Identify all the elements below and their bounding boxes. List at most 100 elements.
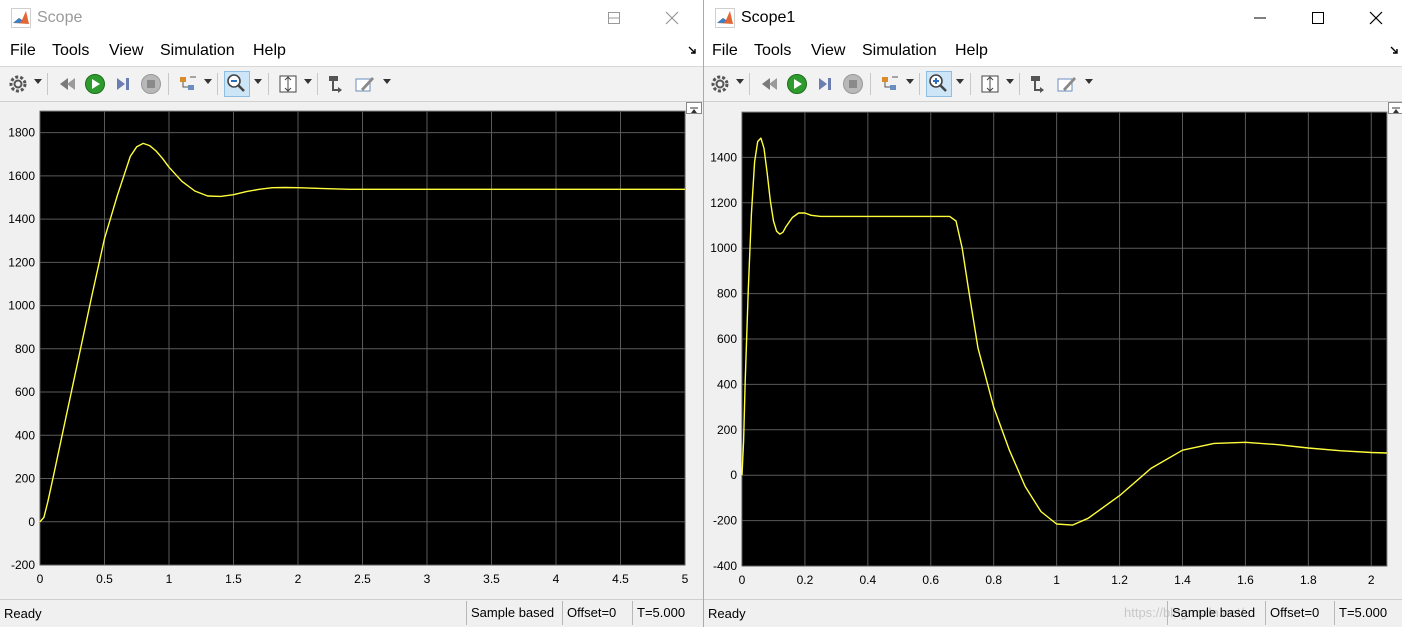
signal-dropdown-icon[interactable]: [906, 79, 914, 85]
window-title: Scope: [37, 9, 83, 26]
menu-simulation[interactable]: Simulation: [160, 42, 235, 60]
title-bar[interactable]: Scope1: [704, 0, 1402, 36]
y-tick-label: 1600: [8, 169, 35, 183]
autoscale-dropdown-icon[interactable]: [1006, 79, 1014, 85]
step-forward-button[interactable]: [112, 73, 134, 95]
autoscale-button[interactable]: [277, 73, 299, 95]
y-tick-label: 200: [717, 423, 737, 437]
settings-button[interactable]: [709, 73, 731, 95]
close-button[interactable]: [652, 6, 692, 30]
scope-plot[interactable]: 0 0.5 1 1.5 2 2.5 3 3.5 4 4.5 5-200020040060080010…: [0, 101, 703, 599]
matlab-logo-icon: [715, 8, 735, 28]
toolbar-separator: [217, 73, 218, 95]
stop-icon: [843, 74, 863, 94]
settings-icon: [9, 75, 27, 93]
settings-dropdown-icon[interactable]: [34, 79, 42, 85]
scope1-plot[interactable]: 0 0.2 0.4 0.6 0.8 1 1.2 1.4 1.6 1.8 2 -400 -200 0 200 4…: [704, 101, 1402, 599]
signal-select-icon: [882, 76, 898, 90]
menubar-arrow-icon[interactable]: [1388, 44, 1400, 56]
toolbar: [0, 66, 703, 102]
x-tick-label: 2.5: [354, 572, 371, 586]
y-tick-label: 1000: [710, 241, 737, 255]
run-button[interactable]: [84, 73, 106, 95]
maximize-button[interactable]: [604, 6, 624, 30]
maximize-button[interactable]: [1296, 6, 1340, 30]
x-tick-label: 2: [1368, 573, 1375, 587]
step-back-button[interactable]: [758, 73, 780, 95]
menu-tools[interactable]: Tools: [52, 42, 89, 60]
x-tick-label: 0.4: [860, 573, 877, 587]
zoom-button[interactable]: [224, 71, 250, 97]
y-tick-label: -400: [713, 559, 737, 573]
menu-help[interactable]: Help: [955, 42, 988, 60]
stop-button[interactable]: [140, 73, 162, 95]
y-tick-label: 0: [28, 515, 35, 529]
maximize-icon: [1312, 12, 1324, 24]
y-tick-label: 1400: [8, 212, 35, 226]
step-back-button[interactable]: [56, 73, 78, 95]
menu-bar: File Tools View Simulation Help: [0, 36, 703, 66]
x-tick-label: 1: [1053, 573, 1060, 587]
x-tick-label: 3.5: [483, 572, 500, 586]
menu-view[interactable]: View: [109, 42, 143, 60]
highlight-block-button[interactable]: [325, 73, 347, 95]
signal-select-button[interactable]: [879, 73, 901, 95]
step-back-icon: [60, 78, 75, 90]
settings-button[interactable]: [7, 73, 29, 95]
autoscale-icon: [279, 75, 297, 93]
edit-dropdown-icon[interactable]: [383, 79, 391, 85]
stop-button[interactable]: [842, 73, 864, 95]
title-bar[interactable]: Scope: [0, 0, 703, 36]
menu-tools[interactable]: Tools: [754, 42, 791, 60]
y-tick-label: -200: [11, 558, 35, 572]
signal-select-button[interactable]: [177, 73, 199, 95]
x-tick-label: 1.4: [1174, 573, 1191, 587]
y-tick-label: 800: [15, 342, 35, 356]
x-tick-label: 0.8: [985, 573, 1002, 587]
menu-file[interactable]: File: [712, 42, 738, 60]
matlab-logo-icon: [11, 8, 31, 28]
settings-dropdown-icon[interactable]: [736, 79, 744, 85]
highlight-block-icon: [329, 76, 342, 93]
menu-help[interactable]: Help: [253, 42, 286, 60]
x-tick-label: 4.5: [612, 572, 629, 586]
y-tick-label: 800: [717, 287, 737, 301]
zoom-icon: [227, 74, 245, 92]
menu-simulation[interactable]: Simulation: [862, 42, 937, 60]
step-forward-icon: [117, 78, 129, 90]
run-button[interactable]: [786, 73, 808, 95]
highlight-block-button[interactable]: [1027, 73, 1049, 95]
menu-view[interactable]: View: [811, 42, 845, 60]
step-forward-button[interactable]: [814, 73, 836, 95]
signal-dropdown-icon[interactable]: [204, 79, 212, 85]
edit-icon: [1057, 77, 1076, 92]
scope-window: Scope File Tools View Simulation Help 0 …: [0, 0, 703, 627]
highlight-block-icon: [1031, 76, 1044, 93]
toolbar: [704, 66, 1402, 102]
edit-dropdown-icon[interactable]: [1085, 79, 1093, 85]
status-time: T=5.000: [1334, 601, 1387, 625]
edit-button[interactable]: [1056, 73, 1078, 95]
x-tick-label: 5: [682, 572, 689, 586]
stop-icon: [141, 74, 161, 94]
menubar-arrow-icon[interactable]: [686, 44, 698, 56]
toolbar-separator: [970, 73, 971, 95]
edit-button[interactable]: [354, 73, 376, 95]
minimize-button[interactable]: [1238, 6, 1282, 30]
x-tick-label: 0: [37, 572, 44, 586]
y-tick-label: 0: [730, 468, 737, 482]
x-tick-label: 1.8: [1300, 573, 1317, 587]
autoscale-button[interactable]: [979, 73, 1001, 95]
x-tick-label: 1.5: [225, 572, 242, 586]
x-tick-label: 4: [553, 572, 560, 586]
y-tick-label: 600: [717, 332, 737, 346]
run-icon: [85, 74, 105, 94]
x-tick-label: 0.6: [922, 573, 939, 587]
zoom-dropdown-icon[interactable]: [254, 79, 262, 85]
zoom-button[interactable]: [926, 71, 952, 97]
close-button[interactable]: [1354, 6, 1398, 30]
maximize-icon: [608, 12, 620, 24]
zoom-dropdown-icon[interactable]: [956, 79, 964, 85]
autoscale-dropdown-icon[interactable]: [304, 79, 312, 85]
menu-file[interactable]: File: [10, 42, 36, 60]
